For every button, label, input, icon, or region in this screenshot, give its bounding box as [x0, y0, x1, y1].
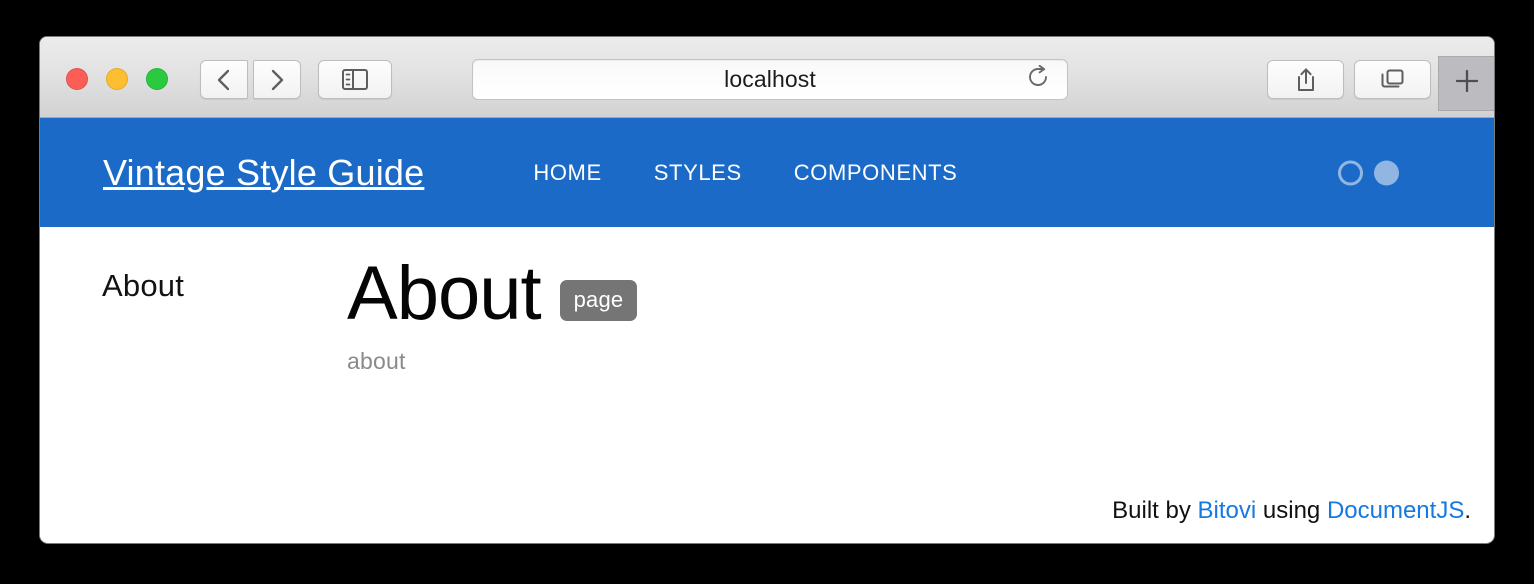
sidebar-item-about[interactable]: About: [102, 268, 184, 303]
main-content: About page about: [347, 247, 1454, 375]
page-subtitle: about: [347, 348, 406, 375]
page-heading-row: About page: [347, 247, 1454, 335]
tabs-icon: [1380, 68, 1406, 92]
address-bar[interactable]: localhost: [472, 59, 1068, 100]
back-button[interactable]: [200, 60, 248, 99]
indicator-dot-hollow[interactable]: [1338, 160, 1363, 185]
indicator-dot-filled[interactable]: [1374, 160, 1399, 185]
forward-button[interactable]: [253, 60, 301, 99]
primary-nav: HOME STYLES COMPONENTS: [533, 160, 957, 186]
window-controls: [66, 68, 168, 90]
page-title: About: [347, 251, 542, 336]
show-tabs-button[interactable]: [1354, 60, 1431, 99]
page-type-badge: page: [559, 279, 638, 321]
zoom-window-button[interactable]: [146, 68, 168, 90]
footer-suffix: .: [1464, 497, 1471, 524]
back-icon: [216, 68, 232, 92]
browser-toolbar: localhost: [40, 37, 1494, 118]
browser-window: localhost Vintage Style Guide HOME STYLE…: [40, 37, 1494, 543]
new-tab-button[interactable]: [1438, 56, 1494, 111]
share-icon: [1295, 67, 1317, 93]
page-sidebar: About: [102, 268, 347, 304]
site-brand[interactable]: Vintage Style Guide: [103, 152, 424, 194]
footer-middle: using: [1256, 497, 1327, 524]
sidebar-icon: [342, 69, 368, 90]
footer-link-documentjs[interactable]: DocumentJS: [1327, 497, 1464, 524]
close-window-button[interactable]: [66, 68, 88, 90]
forward-icon: [269, 68, 285, 92]
nav-item-components[interactable]: COMPONENTS: [794, 160, 958, 186]
reload-icon: [1026, 64, 1050, 94]
sidebar-toggle-button[interactable]: [318, 60, 392, 99]
footer-prefix: Built by: [1112, 497, 1198, 524]
minimize-window-button[interactable]: [106, 68, 128, 90]
page-footer: Built by Bitovi using DocumentJS.: [1112, 497, 1471, 525]
address-text: localhost: [724, 66, 816, 92]
plus-icon: [1454, 68, 1480, 99]
page-body: About About page about Built by Bitovi u…: [40, 227, 1494, 542]
share-button[interactable]: [1267, 60, 1344, 99]
nav-indicators: [1338, 160, 1399, 185]
reload-button[interactable]: [1025, 64, 1051, 94]
site-navbar: Vintage Style Guide HOME STYLES COMPONEN…: [40, 118, 1494, 227]
nav-item-styles[interactable]: STYLES: [654, 160, 742, 186]
footer-link-bitovi[interactable]: Bitovi: [1198, 497, 1257, 524]
nav-item-home[interactable]: HOME: [533, 160, 601, 186]
